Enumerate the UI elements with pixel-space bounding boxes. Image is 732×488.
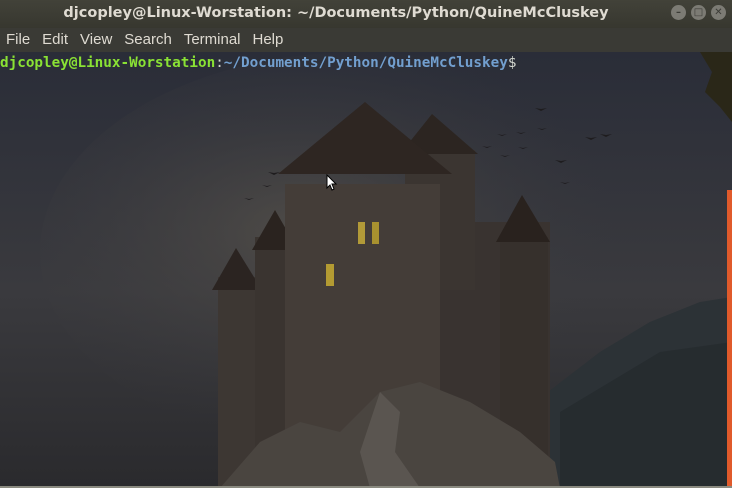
window-controls: – □ ✕ [671,5,726,20]
menu-help[interactable]: Help [249,28,288,52]
menu-edit[interactable]: Edit [38,28,72,52]
close-button[interactable]: ✕ [711,5,726,20]
mouse-pointer-icon [326,174,338,191]
prompt-separator: : [215,55,224,71]
maximize-button[interactable]: □ [691,5,706,20]
title-bar[interactable]: djcopley@Linux-Worstation: ~/Documents/P… [0,0,732,28]
window-title: djcopley@Linux-Worstation: ~/Documents/P… [63,5,609,21]
castle-background-image [0,52,732,488]
close-icon: ✕ [714,7,723,18]
scrollbar-thumb[interactable] [727,190,732,488]
prompt-symbol: $ [507,55,517,71]
maximize-icon: □ [693,7,704,18]
terminal-window: djcopley@Linux-Worstation: ~/Documents/P… [0,0,732,488]
menu-view[interactable]: View [76,28,116,52]
prompt-user-host: djcopley@Linux-Worstation [0,55,216,71]
prompt-line[interactable]: djcopley@Linux-Worstation:~/Documents/Py… [0,54,516,72]
prompt-path: ~/Documents/Python/QuineMcCluskey [223,55,508,71]
minimize-icon: – [676,7,681,18]
minimize-button[interactable]: – [671,5,686,20]
terminal-area[interactable]: djcopley@Linux-Worstation:~/Documents/Py… [0,52,732,488]
menu-bar: File Edit View Search Terminal Help [0,28,732,52]
menu-search[interactable]: Search [120,28,176,52]
menu-file[interactable]: File [2,28,34,52]
menu-terminal[interactable]: Terminal [180,28,245,52]
